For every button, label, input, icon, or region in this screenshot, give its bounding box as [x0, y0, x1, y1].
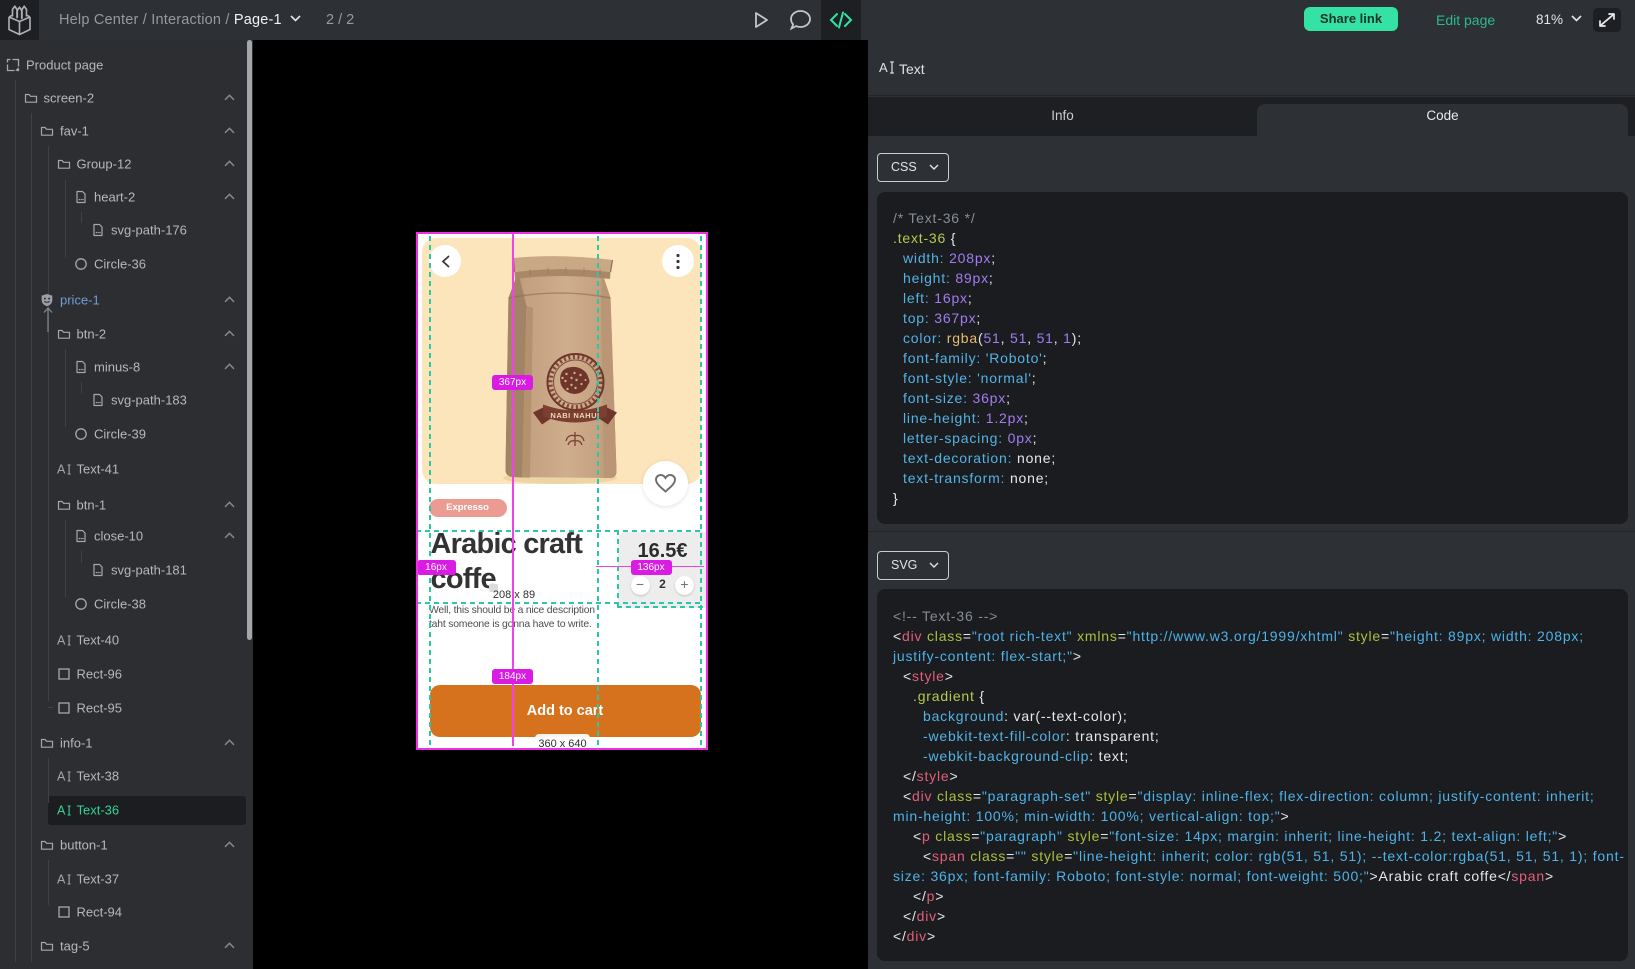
svg-text:A: A [57, 770, 66, 784]
svg-text:A: A [879, 60, 888, 75]
svg-text:A: A [57, 804, 66, 818]
svg-text:A: A [57, 873, 66, 887]
svg-text:A: A [57, 463, 66, 477]
svg-text:A: A [57, 634, 66, 648]
